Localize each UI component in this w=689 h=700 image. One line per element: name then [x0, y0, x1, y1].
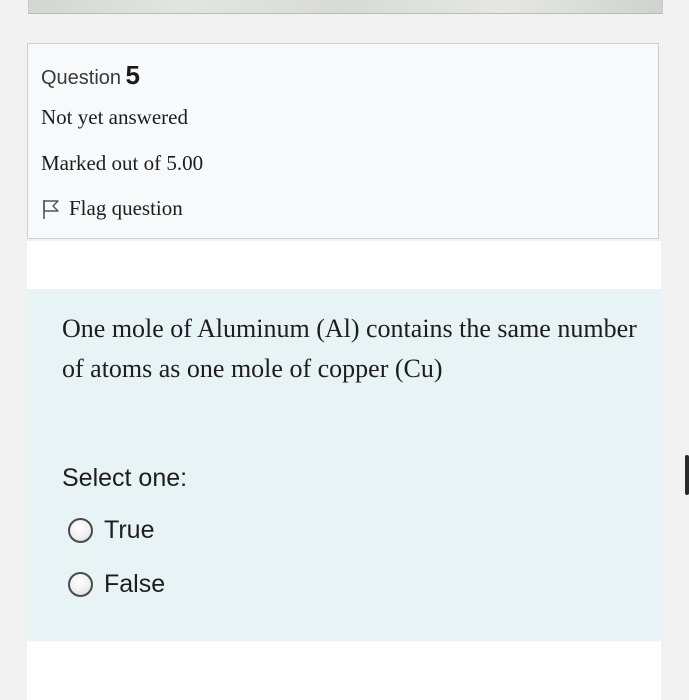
header-image-strip [28, 0, 663, 14]
option-false-label[interactable]: False [104, 570, 165, 599]
select-one-prompt: Select one: [62, 464, 188, 492]
question-label: Question [41, 67, 122, 89]
question-heading: Question 5 [41, 60, 140, 91]
option-false[interactable]: False [68, 570, 165, 599]
flag-icon[interactable] [41, 198, 61, 220]
question-info-panel: Question 5 Not yet answered Marked out o… [27, 43, 659, 239]
option-true-label[interactable]: True [104, 516, 154, 545]
question-number: 5 [125, 60, 140, 90]
question-status: Not yet answered [41, 105, 188, 129]
spacer [27, 241, 661, 289]
option-true[interactable]: True [68, 516, 154, 545]
radio-unchecked-icon[interactable] [68, 518, 93, 543]
flag-question-link[interactable]: Flag question [41, 196, 183, 221]
bottom-panel [27, 641, 661, 700]
radio-unchecked-icon[interactable] [68, 572, 93, 597]
scrollbar-thumb[interactable] [685, 455, 689, 495]
flag-question-label[interactable]: Flag question [69, 196, 183, 221]
question-text: One mole of Aluminum (Al) contains the s… [62, 314, 637, 383]
question-marks: Marked out of 5.00 [41, 151, 204, 175]
question-content-panel: One mole of Aluminum (Al) contains the s… [27, 289, 661, 641]
